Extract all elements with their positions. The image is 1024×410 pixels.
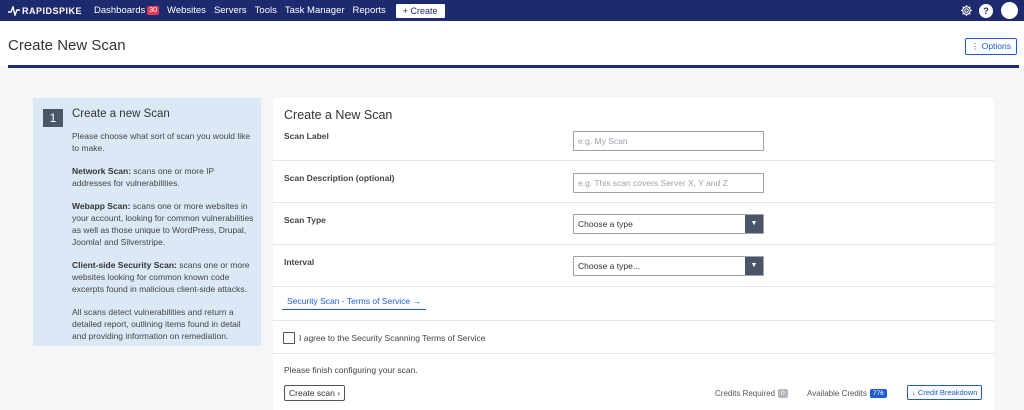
divider [273,286,994,287]
agree-terms-checkbox[interactable] [283,332,295,344]
credits-required: Credits Required 0 [715,389,788,398]
nav-task-manager[interactable]: Task Manager [285,5,345,16]
chevron-down-icon: ▼ [745,215,763,233]
create-scan-button[interactable]: Create scan › [284,385,346,401]
credit-breakdown-button[interactable]: ↓ Credit Breakdown [907,385,983,400]
interval-value: Choose a type... [578,261,640,271]
interval-select[interactable]: Choose a type... ▼ [573,256,764,276]
divider [273,202,994,203]
config-hint: Please finish configuring your scan. [284,365,418,375]
nav-reports[interactable]: Reports [353,5,386,16]
credits-required-badge: 0 [778,389,788,398]
interval-label: Interval [284,257,315,267]
info-title: Create a new Scan [72,108,170,120]
nav-dashboards[interactable]: Dashboards 30 [94,5,160,16]
divider [273,244,994,245]
help-icon[interactable]: ? [979,3,993,18]
info-intro: Please choose what sort of scan you woul… [72,131,251,153]
nav-right-tools: ? [953,2,1018,19]
settings-icon[interactable] [959,4,973,18]
info-webapp: Webapp Scan: scans one or more websites … [72,201,254,247]
scan-type-label: Scan Type [284,215,326,225]
info-client-side: Client-side Security Scan: scans one or … [72,260,250,294]
divider [273,353,994,354]
chevron-down-icon: ▼ [745,257,763,275]
dashboards-count-badge: 30 [147,6,160,15]
logo-text: RAPIDSPIKE [22,5,83,16]
avatar[interactable] [1001,2,1018,19]
nav-servers[interactable]: Servers [214,5,247,16]
terms-of-service-link[interactable]: Security Scan - Terms of Service → [282,296,426,310]
divider [273,320,994,321]
info-body: Please choose what sort of scan you woul… [72,130,254,353]
nav-tools[interactable]: Tools [255,5,277,16]
scan-type-value: Choose a type [578,219,633,229]
scan-type-select[interactable]: Choose a type ▼ [573,214,764,234]
top-nav: RAPIDSPIKE Dashboards 30 Websites Server… [0,0,1024,21]
create-scan-form: Create a New Scan Scan Label e.g. My Sca… [273,98,994,410]
agree-terms-label[interactable]: I agree to the Security Scanning Terms o… [299,333,485,343]
info-network: Network Scan: scans one or more IP addre… [72,166,215,188]
page-title: Create New Scan [8,37,126,54]
page-header: Create New Scan ⋮ Options [0,21,1024,66]
form-title: Create a New Scan [284,108,393,122]
rapidspike-logo[interactable]: RAPIDSPIKE [8,5,86,16]
available-credits-badge: 776 [869,389,887,398]
accent-bar [8,65,1019,68]
info-panel: 1 Create a new Scan Please choose what s… [33,98,261,346]
divider [273,160,994,161]
step-number: 1 [43,109,63,127]
nav-websites[interactable]: Websites [167,5,206,16]
create-button[interactable]: + Create [395,3,445,18]
available-credits: Available Credits 776 [807,389,887,398]
scan-description-input[interactable]: e.g. This scan covers Server X, Y and Z [573,173,764,193]
info-outro: All scans detect vulnerabilities and ret… [72,307,241,341]
scan-label-label: Scan Label [284,131,329,141]
logo-spike-icon [8,5,20,16]
scan-description-label: Scan Description (optional) [284,173,395,183]
options-button[interactable]: ⋮ Options [964,38,1017,55]
scan-label-input[interactable]: e.g. My Scan [573,131,764,151]
